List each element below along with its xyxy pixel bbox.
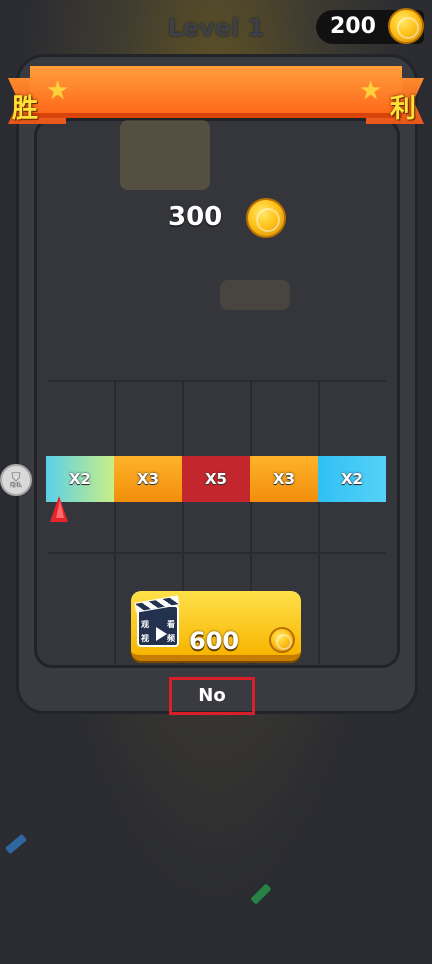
play-icon — [156, 627, 167, 641]
clapper-text: 频 — [167, 634, 175, 643]
clapper-text: 观 — [141, 620, 149, 629]
reward-amount: 300 — [168, 202, 223, 232]
grid-line — [114, 380, 116, 664]
star-icon: ★ — [46, 76, 70, 106]
coin-balance-value: 200 — [330, 14, 376, 39]
multiplier-segment: X2 — [318, 456, 386, 502]
privacy-badge-label: 隐私 — [9, 482, 22, 489]
creature-silhouette — [120, 120, 210, 190]
grid-line — [48, 380, 386, 382]
coin-icon — [388, 8, 424, 44]
banner-char-right: 利 — [390, 94, 417, 124]
clapper-text: 看 — [167, 620, 175, 629]
banner-char-left: 胜 — [12, 94, 39, 124]
grid-line — [48, 552, 386, 554]
multiplier-segment: X3 — [250, 456, 318, 502]
no-button[interactable]: No — [169, 677, 255, 715]
clapper-text: 视 — [141, 634, 149, 643]
coin-icon — [246, 198, 286, 238]
multiplier-segment: X3 — [114, 456, 182, 502]
coin-icon — [269, 627, 295, 653]
victory-banner — [30, 66, 402, 118]
privacy-badge[interactable]: ⛉ 隐私 — [0, 464, 32, 496]
multiplier-segment: X5 — [182, 456, 250, 502]
coin-balance: 200 — [316, 8, 424, 44]
grid-line — [318, 380, 320, 664]
video-reward-amount: 600 — [189, 627, 240, 655]
multiplier-bar: X2 X3 X5 X3 X2 — [46, 456, 386, 502]
creature-silhouette — [220, 280, 290, 310]
watch-video-button[interactable]: 观 看 视 频 600 — [131, 591, 301, 661]
star-icon: ★ — [359, 76, 383, 106]
pointer-highlight — [56, 500, 64, 518]
